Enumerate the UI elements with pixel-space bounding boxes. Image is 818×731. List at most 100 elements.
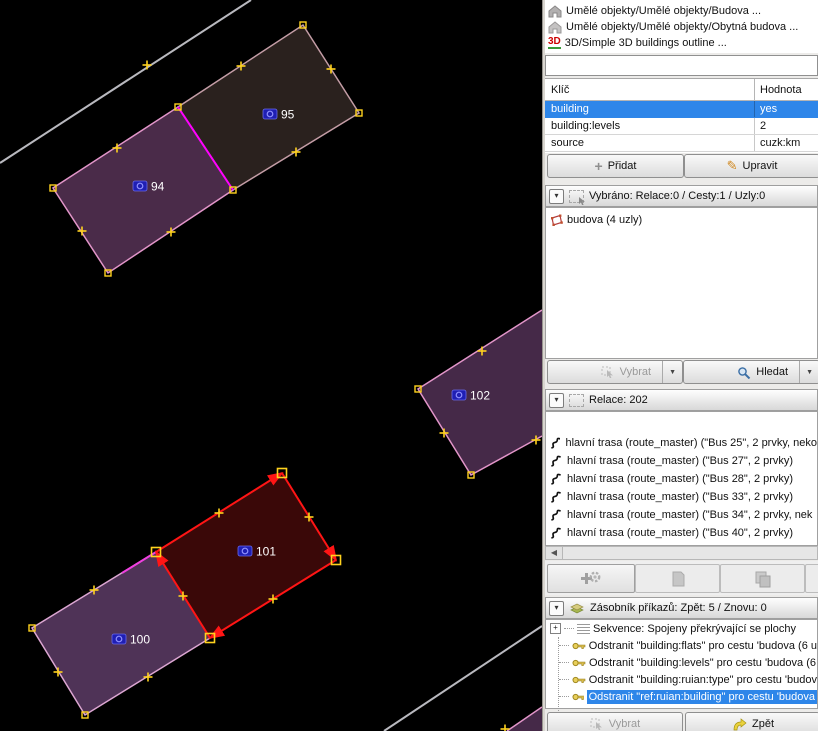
relation-item[interactable]: hlavní trasa (route_master) ("Bus 34", 2… (546, 506, 817, 524)
key-icon (572, 675, 586, 685)
edit-relation-icon (670, 570, 686, 588)
house-icon (548, 21, 562, 34)
tag-row[interactable]: building yes (545, 101, 818, 118)
undo-root-item[interactable]: + Sekvence: Spojeny překrývající se ploc… (546, 620, 817, 637)
key-icon (572, 641, 586, 651)
dropdown-arrow-icon[interactable]: ▼ (799, 361, 818, 383)
search-button[interactable]: Hledat ▼ (683, 360, 818, 384)
road-way[interactable] (384, 626, 542, 731)
selection-item[interactable]: budova (4 uzly) (546, 212, 817, 228)
building-corner[interactable] (507, 707, 542, 731)
selection-header-label: Vybráno: Relace:0 / Cesty:1 / Uzly:0 (589, 190, 765, 202)
value-column-header[interactable]: Hodnota (755, 79, 818, 100)
preset-label: Umělé objekty/Umělé objekty/Budova ... (566, 5, 761, 17)
relation-item[interactable]: hlavní trasa (route_master) ("Bus 28", 2… (546, 470, 817, 488)
select-command-button[interactable]: Vybrat (547, 712, 683, 731)
selection-item-label: budova (4 uzly) (567, 214, 642, 226)
undo-button[interactable]: Zpět (685, 712, 818, 731)
selection-buttons: Vybrat ▼ Hledat ▼ (545, 359, 818, 385)
3d-icon: 3D (548, 37, 561, 49)
relation-item[interactable]: hlavní trasa (route_master) ("Bus 25", 2… (546, 434, 817, 452)
relations-list: hlavní trasa (route_master) ("Bus 25", 2… (545, 411, 818, 546)
collapse-icon[interactable]: ▾ (549, 189, 564, 204)
undo-item-selected[interactable]: Odstranit "ref:ruian:building" pro cestu… (546, 688, 817, 705)
tag-value: 2 (755, 118, 818, 134)
selection-list: budova (4 uzly) (545, 207, 818, 359)
preset-item[interactable]: Umělé objekty/Umělé objekty/Budova ... (545, 3, 818, 19)
levels-badge-icon (133, 181, 147, 191)
relations-hscrollbar[interactable]: ◀ (545, 546, 818, 560)
select-button[interactable]: Vybrat ▼ (547, 360, 683, 384)
collapse-icon[interactable]: ▾ (549, 601, 564, 616)
key-column-header[interactable]: Klíč (545, 79, 755, 100)
svg-text:95: 95 (281, 108, 295, 122)
cursor-select-icon (590, 718, 604, 730)
undo-root-label: Sekvence: Spojeny překrývající se plochy (593, 623, 796, 635)
levels-badge-icon (263, 109, 277, 119)
plus-icon: + (595, 158, 603, 174)
new-relation-icon (579, 569, 603, 589)
sequence-icon (577, 624, 590, 634)
command-stack-icon (569, 602, 585, 615)
route-master-icon (550, 437, 560, 449)
map-canvas[interactable]: 95 94 102 101 100 (0, 0, 542, 731)
tag-value: cuzk:km (755, 135, 818, 151)
relation-item[interactable]: hlavní trasa (route_master) ("Bus 33", 2… (546, 488, 817, 506)
preset-list: Umělé objekty/Umělé objekty/Budova ... U… (545, 0, 818, 53)
tag-buttons: + Přidat ✎ Upravit (545, 153, 818, 179)
route-master-icon (550, 527, 562, 539)
tag-table-header[interactable]: Klíč Hodnota (545, 79, 818, 101)
relation-item[interactable]: hlavní trasa (route_master) ("Bus 40", 2… (546, 524, 817, 542)
undo-item[interactable]: Odstranit "building:levels" pro cestu 'b… (546, 654, 817, 671)
svg-text:102: 102 (470, 389, 490, 403)
svg-text:94: 94 (151, 180, 165, 194)
duplicate-relation-button[interactable] (720, 564, 805, 593)
route-master-icon (550, 473, 562, 485)
collapse-icon[interactable]: ▾ (549, 393, 564, 408)
house-icon (548, 5, 562, 18)
levels-badge-icon (452, 390, 466, 400)
duplicate-icon (753, 570, 773, 588)
undo-panel-header[interactable]: ▾ Zásobník příkazů: Zpět: 5 / Znovu: 0 (545, 597, 818, 619)
building-label-102: 102 (452, 389, 490, 403)
preset-label: 3D/Simple 3D buildings outline ... (565, 37, 727, 49)
undo-item[interactable]: Odstranit "building:ruian:type" pro cest… (546, 671, 817, 688)
tag-key: source (545, 135, 755, 151)
selection-icon (569, 190, 584, 203)
scrollbar-thumb[interactable] (563, 547, 817, 559)
undo-tree: + Sekvence: Spojeny překrývající se ploc… (545, 619, 818, 709)
delete-relation-button[interactable] (805, 564, 818, 593)
relation-item[interactable]: hlavní trasa (route_master) ("Bus 27", 2… (546, 452, 817, 470)
key-icon (572, 692, 584, 702)
tag-value: yes (755, 101, 818, 117)
expand-icon[interactable]: + (550, 623, 561, 634)
undo-arrow-icon (731, 718, 747, 731)
tag-row[interactable]: source cuzk:km (545, 135, 818, 152)
tree-guide-line (558, 637, 559, 711)
closed-way-icon (550, 214, 563, 226)
preset-item[interactable]: Umělé objekty/Umělé objekty/Obytná budov… (545, 19, 818, 35)
tag-key: building:levels (545, 118, 755, 134)
route-master-icon (550, 455, 562, 467)
relation-icon (569, 394, 584, 407)
new-relation-button[interactable] (547, 564, 635, 593)
add-tag-button[interactable]: + Přidat (547, 154, 684, 178)
relations-panel-header[interactable]: ▾ Relace: 202 (545, 389, 818, 411)
edit-tag-button[interactable]: ✎ Upravit (684, 154, 818, 178)
dropdown-arrow-icon[interactable]: ▼ (662, 361, 682, 383)
cursor-select-icon (601, 366, 615, 378)
membership-box[interactable] (545, 55, 818, 76)
scroll-left-icon[interactable]: ◀ (546, 547, 563, 559)
selection-panel-header[interactable]: ▾ Vybráno: Relace:0 / Cesty:1 / Uzly:0 (545, 185, 818, 207)
edit-relation-button[interactable] (635, 564, 720, 593)
josm-window: 95 94 102 101 100 (0, 0, 818, 731)
undo-item[interactable]: Odstranit "building:flats" pro cestu 'bu… (546, 637, 817, 654)
levels-badge-icon (238, 546, 252, 556)
levels-badge-icon (112, 634, 126, 644)
relations-toolbar (545, 561, 818, 595)
route-master-icon (550, 509, 562, 521)
key-icon (572, 658, 586, 668)
tag-row[interactable]: building:levels 2 (545, 118, 818, 135)
tag-key: building (545, 101, 755, 117)
preset-item[interactable]: 3D 3D/Simple 3D buildings outline ... (545, 35, 818, 51)
